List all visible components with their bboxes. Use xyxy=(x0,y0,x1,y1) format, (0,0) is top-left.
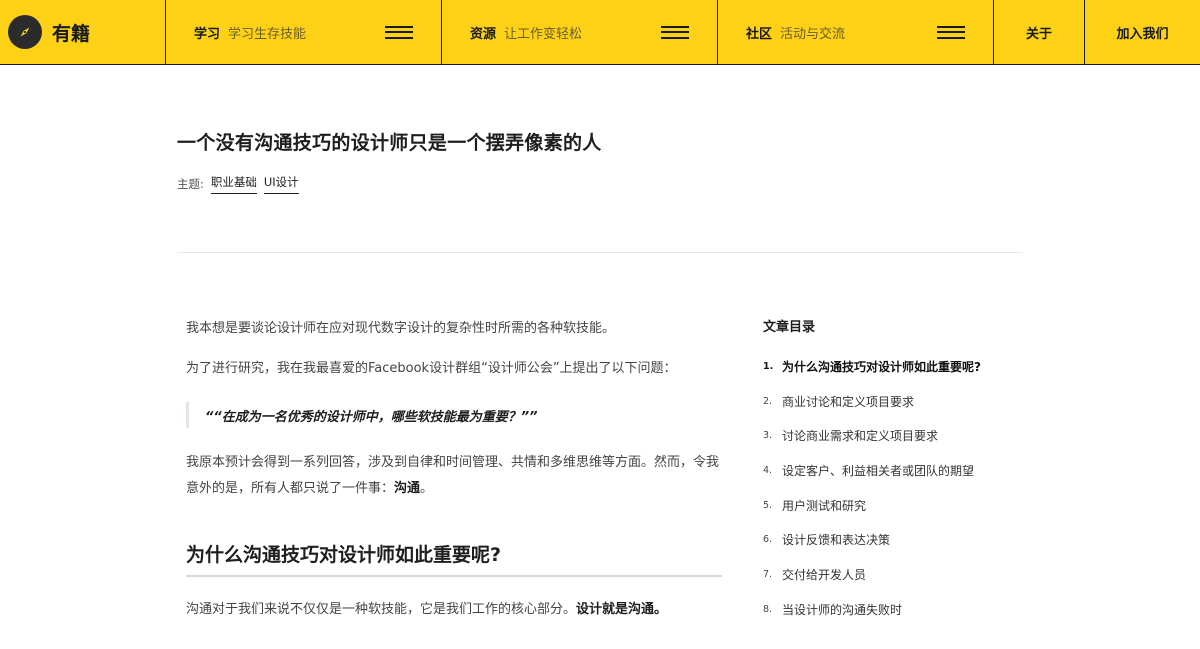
paragraph: 我本想是要谈论设计师在应对现代数字设计的复杂性时所需的各种软技能。 xyxy=(186,321,616,336)
toc-item[interactable]: 5. 用户测试和研究 xyxy=(763,488,1023,523)
toc-item-number: 7. xyxy=(763,568,773,580)
toc-item[interactable]: 4. 设定客户、利益相关者或团队的期望 xyxy=(763,453,1023,488)
toc-item-label: 交付给开发人员 xyxy=(782,567,867,582)
article-title: 一个没有沟通技巧的设计师只是一个摆弄像素的人 xyxy=(177,132,602,154)
topic-tag-ui-design[interactable]: UI设计 xyxy=(263,174,299,194)
paragraph: 沟通对于我们来说不仅仅是一种软技能，它是我们工作的核心部分。设计就是沟通。 xyxy=(186,597,722,623)
nav-community-title: 社区 xyxy=(746,26,773,42)
compass-icon xyxy=(8,15,42,49)
blockquote-text: ““在成为一名优秀的设计师中，哪些软技能最为重要？”” xyxy=(205,409,538,425)
toc-item[interactable]: 3. 讨论商业需求和定义项目要求 xyxy=(763,418,1023,453)
article-topics: 主题: 职业基础 UI设计 xyxy=(177,174,306,194)
nav-about-link[interactable]: 关于 xyxy=(994,0,1085,64)
section-heading: 为什么沟通技巧对设计师如此重要呢? xyxy=(186,540,722,577)
table-of-contents: 文章目录 1. 为什么沟通技巧对设计师如此重要呢? 2. 商业讨论和定义项目要求 3… xyxy=(763,316,1023,627)
toc-item[interactable]: 1. 为什么沟通技巧对设计师如此重要呢? xyxy=(763,349,1023,384)
hamburger-menu-icon[interactable] xyxy=(937,25,965,39)
toc-item-label: 为什么沟通技巧对设计师如此重要呢? xyxy=(782,359,981,374)
nav-learn-title: 学习 xyxy=(194,26,221,42)
nav-resources-subtitle: 让工作变轻松 xyxy=(504,26,583,42)
toc-item-label: 讨论商业需求和定义项目要求 xyxy=(782,429,939,444)
toc-item-number: 4. xyxy=(763,464,773,476)
paragraph-text: 我原本预计会得到一系列回答，涉及到自律和时间管理、共情和多维思维等方面。然而，令… xyxy=(186,455,720,496)
toc-item-label: 设计反馈和表达决策 xyxy=(782,533,891,548)
toc-item-number: 2. xyxy=(763,395,773,407)
paragraph-text: 沟通对于我们来说不仅仅是一种软技能，它是我们工作的核心部分。 xyxy=(186,602,577,617)
top-navigation-bar: 有籍 学习 学习生存技能 资源 让工作变轻松 社区 活动与交流 关于 加入我们 xyxy=(0,0,1200,65)
paragraph: 为了进行研究，我在我最喜爱的Facebook设计群组“设计师公会”上提出了以下问… xyxy=(186,361,677,376)
nav-community-menu[interactable]: 社区 活动与交流 xyxy=(718,0,994,64)
toc-title: 文章目录 xyxy=(763,320,816,335)
toc-item[interactable]: 2. 商业讨论和定义项目要求 xyxy=(763,384,1023,419)
toc-item-label: 用户测试和研究 xyxy=(782,498,867,513)
hamburger-menu-icon[interactable] xyxy=(661,25,689,39)
toc-item-number: 5. xyxy=(763,499,773,511)
topics-label: 主题: xyxy=(177,177,204,191)
toc-item-number: 3. xyxy=(763,430,773,442)
paragraph: 我原本预计会得到一系列回答，涉及到自律和时间管理、共情和多维思维等方面。然而，令… xyxy=(186,450,722,502)
blockquote: ““在成为一名优秀的设计师中，哪些软技能最为重要？”” xyxy=(186,402,722,428)
paragraph-end: 。 xyxy=(420,481,434,496)
article-body: 我本想是要谈论设计师在应对现代数字设计的复杂性时所需的各种软技能。 为了进行研究… xyxy=(186,316,722,623)
toc-item[interactable]: 8. 当设计师的沟通失败时 xyxy=(763,592,1023,627)
toc-item[interactable]: 6. 设计反馈和表达决策 xyxy=(763,522,1023,557)
toc-item-label: 商业讨论和定义项目要求 xyxy=(782,394,915,409)
hamburger-menu-icon[interactable] xyxy=(385,25,413,39)
header-divider xyxy=(177,252,1023,253)
emphasis-text: 设计就是沟通。 xyxy=(576,602,668,617)
toc-item-number: 8. xyxy=(763,603,773,615)
nav-resources-menu[interactable]: 资源 让工作变轻松 xyxy=(442,0,718,64)
toc-item[interactable]: 7. 交付给开发人员 xyxy=(763,557,1023,592)
brand-home-link[interactable]: 有籍 xyxy=(0,0,166,64)
nav-resources-title: 资源 xyxy=(470,26,497,42)
nav-learn-subtitle: 学习生存技能 xyxy=(228,26,307,42)
topic-tag-career[interactable]: 职业基础 xyxy=(210,174,257,194)
toc-item-label: 设定客户、利益相关者或团队的期望 xyxy=(782,463,975,478)
nav-join-link[interactable]: 加入我们 xyxy=(1085,0,1200,64)
nav-learn-menu[interactable]: 学习 学习生存技能 xyxy=(166,0,442,64)
emphasis-text: 沟通 xyxy=(394,481,421,496)
toc-item-label: 当设计师的沟通失败时 xyxy=(782,602,903,617)
brand-name: 有籍 xyxy=(52,22,91,45)
nav-community-subtitle: 活动与交流 xyxy=(780,26,846,42)
toc-item-number: 1. xyxy=(763,360,774,372)
toc-item-number: 6. xyxy=(763,534,773,546)
